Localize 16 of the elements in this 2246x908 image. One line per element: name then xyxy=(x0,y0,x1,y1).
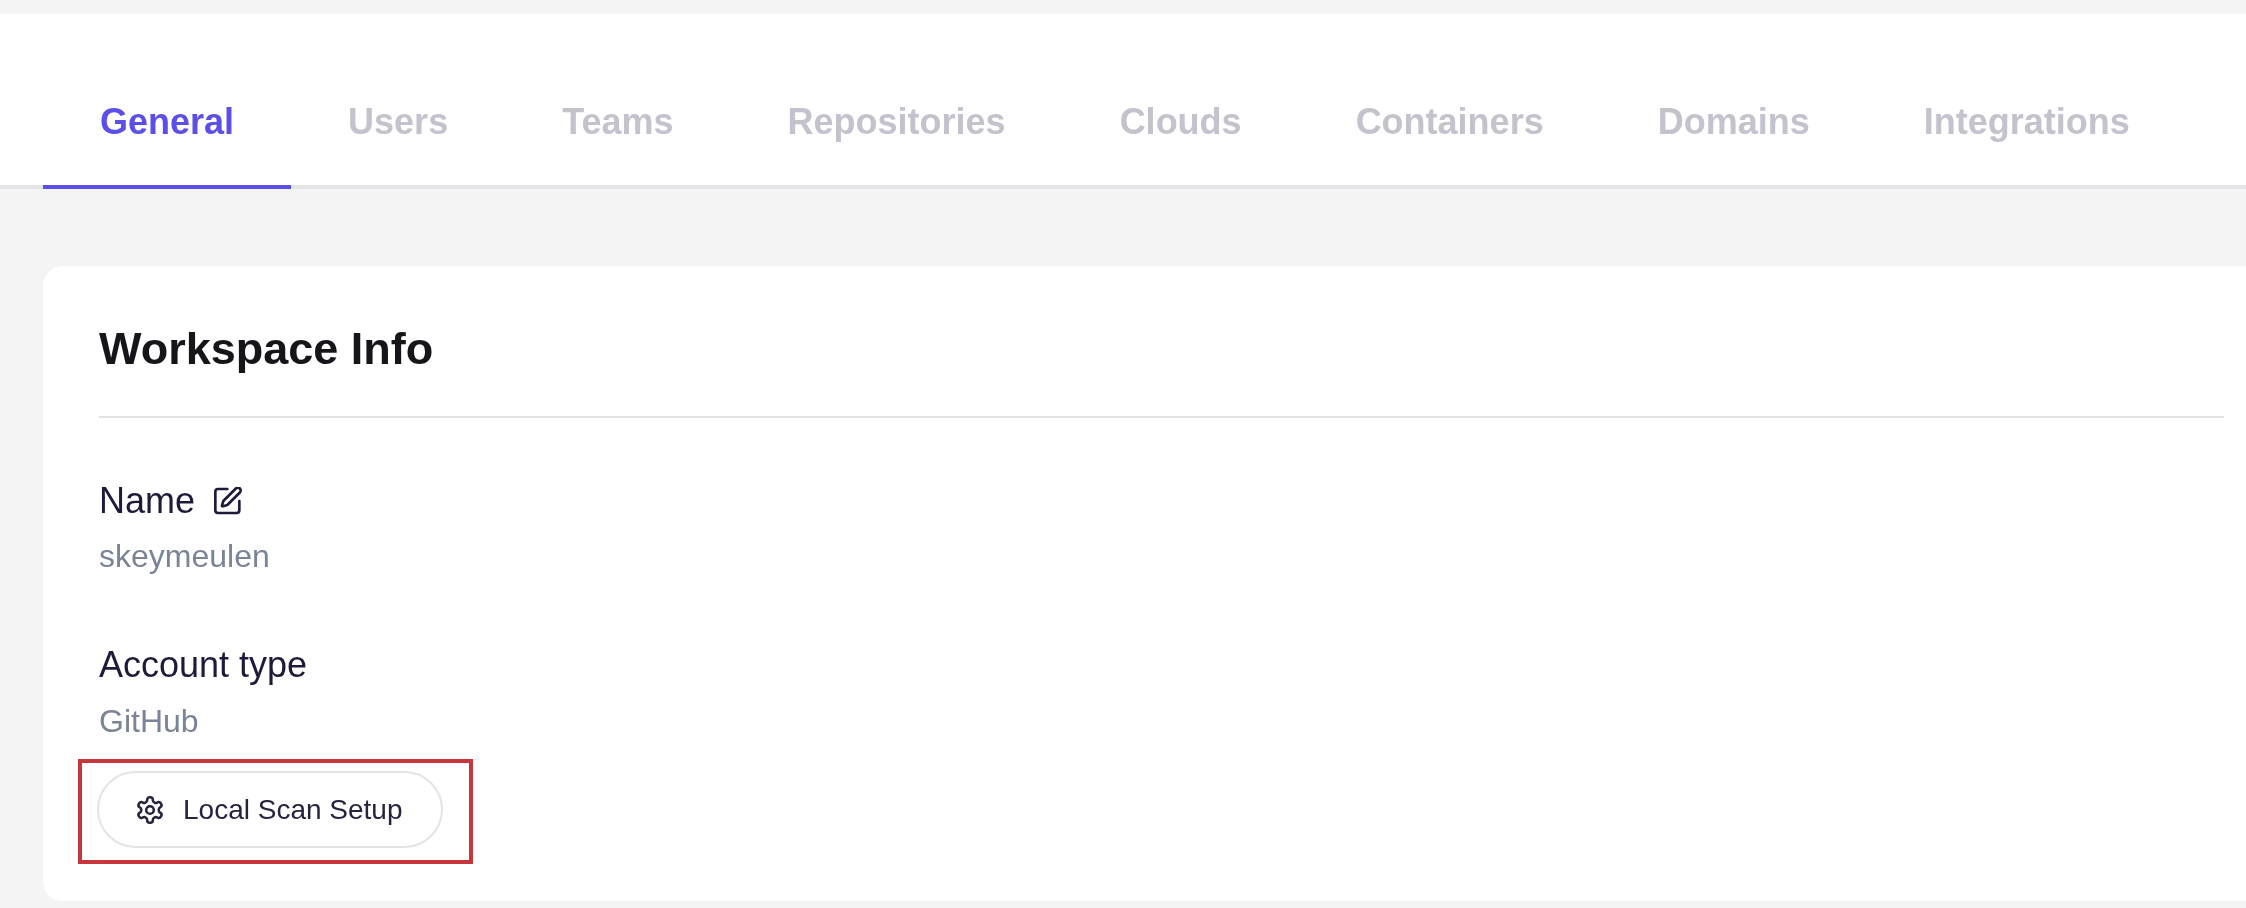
tab[interactable]: Users xyxy=(291,14,506,189)
tab[interactable]: Teams xyxy=(505,14,731,189)
field-label: Name xyxy=(99,479,196,523)
card-title: Workspace Info xyxy=(99,322,434,376)
field-value: GitHub xyxy=(99,702,199,741)
field-label: Account type xyxy=(99,643,308,687)
tab[interactable]: Domains xyxy=(1600,14,1867,189)
settings-icon xyxy=(136,795,164,824)
tab[interactable]: Containers xyxy=(1298,14,1601,189)
tab[interactable]: General xyxy=(43,14,292,189)
tab[interactable]: Repositories xyxy=(730,14,1063,189)
tab[interactable]: Clouds xyxy=(1062,14,1299,189)
tab[interactable]: Integrations xyxy=(1866,14,2187,189)
field-value: skeymeulen xyxy=(99,537,270,576)
edit-icon[interactable] xyxy=(214,487,243,515)
local-scan-setup-button[interactable]: Local Scan Setup xyxy=(97,771,443,848)
